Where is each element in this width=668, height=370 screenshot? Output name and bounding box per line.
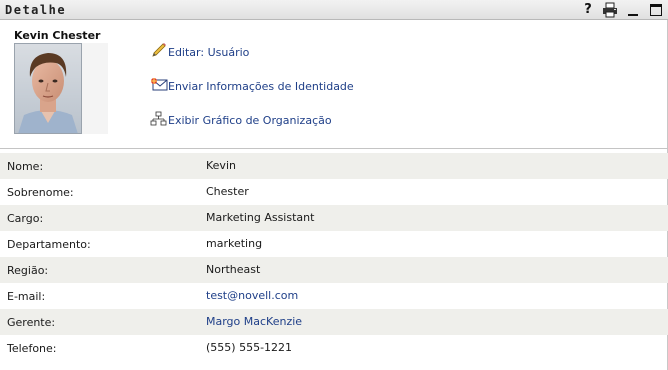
first-name-label: Nome: [7, 160, 44, 173]
title-value: Marketing Assistant [206, 211, 315, 224]
detail-row-last-name: Sobrenome: Chester [0, 179, 668, 205]
maximize-icon[interactable] [648, 2, 664, 18]
detail-row-department: Departamento: marketing [0, 231, 668, 257]
detail-row-phone: Telefone: (555) 555-1221 [0, 335, 668, 361]
user-name-heading: Kevin Chester [14, 29, 101, 42]
last-name-label: Sobrenome: [7, 186, 74, 199]
email-label: E-mail: [7, 290, 46, 303]
detail-row-manager: Gerente: Margo MacKenzie [0, 309, 668, 335]
edit-user-label: Editar: Usuário [168, 46, 250, 59]
manager-label: Gerente: [7, 316, 56, 329]
region-value: Northeast [206, 263, 261, 276]
send-identity-label: Enviar Informações de Identidade [168, 80, 354, 93]
section-divider [0, 148, 668, 149]
department-value: marketing [206, 237, 263, 250]
last-name-value: Chester [206, 185, 249, 198]
detail-row-region: Região: Northeast [0, 257, 668, 283]
envelope-icon [150, 77, 168, 93]
user-photo [14, 43, 108, 134]
detail-row-email: E-mail: test@novell.com [0, 283, 668, 309]
detail-row-title: Cargo: Marketing Assistant [0, 205, 668, 231]
org-chart-label: Exibir Gráfico de Organização [168, 114, 332, 127]
title-label: Cargo: [7, 212, 44, 225]
phone-label: Telefone: [7, 342, 57, 355]
portlet-titlebar: Detalhe ? [0, 0, 668, 20]
manager-link[interactable]: Margo MacKenzie [206, 315, 302, 328]
pencil-icon [150, 43, 168, 59]
detail-portlet: Detalhe ? Kevin Chester Editar: Usuário … [0, 0, 668, 370]
help-icon[interactable]: ? [580, 2, 596, 18]
first-name-value: Kevin [206, 159, 236, 172]
org-chart-icon [150, 111, 168, 127]
print-icon[interactable] [602, 2, 618, 18]
region-label: Região: [7, 264, 49, 277]
user-details-table: Nome: Kevin Sobrenome: Chester Cargo: Ma… [0, 153, 668, 361]
detail-row-first-name: Nome: Kevin [0, 153, 668, 179]
minimize-icon[interactable] [625, 2, 641, 18]
email-link[interactable]: test@novell.com [206, 289, 298, 302]
portlet-title: Detalhe [5, 3, 67, 17]
department-label: Departamento: [7, 238, 91, 251]
phone-value: (555) 555-1221 [206, 341, 293, 354]
